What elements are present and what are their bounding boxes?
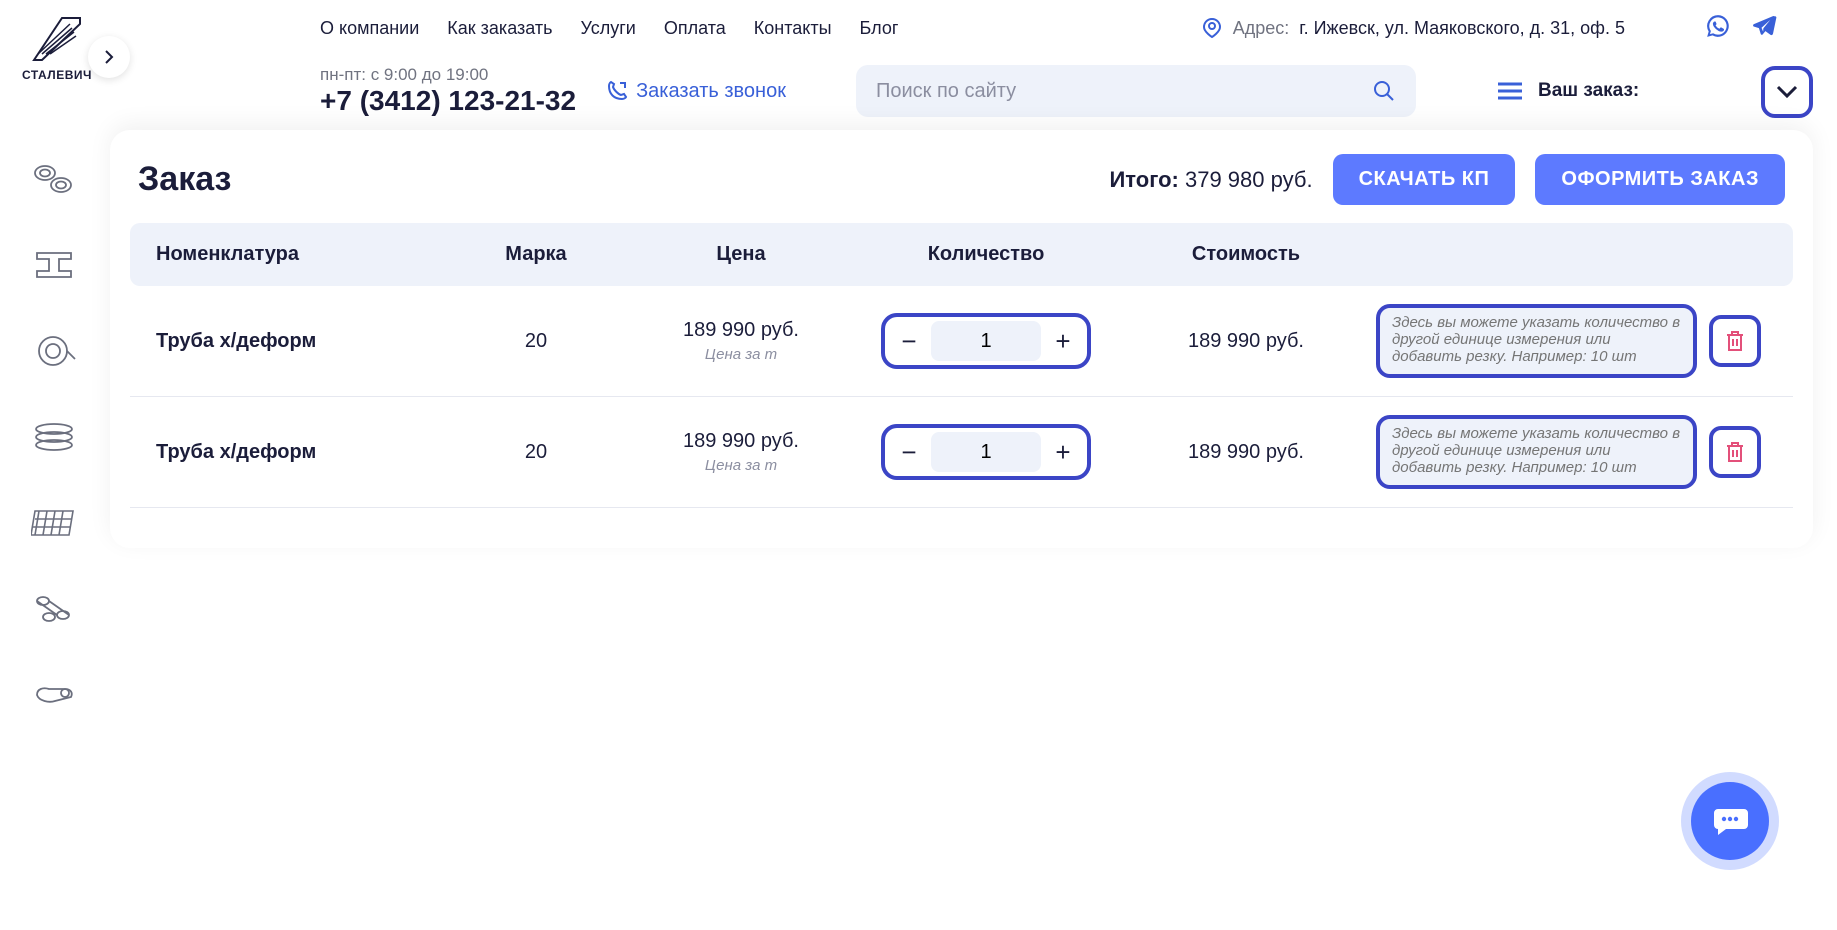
coil-icon: [31, 331, 77, 371]
working-hours: пн-пт: с 9:00 до 19:00: [320, 65, 576, 85]
chat-button[interactable]: [1691, 782, 1769, 860]
telegram-link[interactable]: [1751, 13, 1777, 44]
trash-icon: [1724, 440, 1746, 464]
note-field-wrap: [1376, 304, 1697, 378]
map-pin-icon: [1201, 17, 1223, 39]
nav-services[interactable]: Услуги: [581, 18, 636, 39]
sidebar-pipes[interactable]: [25, 150, 83, 208]
order-total-label: Итого:: [1109, 167, 1178, 192]
note-input[interactable]: [1380, 308, 1693, 374]
sidebar-hardware[interactable]: [25, 666, 83, 724]
order-panel-header: Заказ Итого: 379 980 руб. СКАЧАТЬ КП ОФО…: [130, 154, 1793, 223]
callback-label: Заказать звонок: [636, 80, 786, 103]
cell-cost: 189 990 руб.: [1116, 441, 1376, 464]
note-field-wrap: [1376, 415, 1697, 489]
chat-icon: [1712, 805, 1748, 837]
table-row: Труба х/деформ 20 189 990 руб. Цена за т…: [130, 286, 1793, 397]
cell-cost: 189 990 руб.: [1116, 330, 1376, 353]
social-icons: [1705, 13, 1777, 44]
pipes-icon: [31, 159, 77, 199]
table-header: Номенклатура Марка Цена Количество Стоим…: [130, 223, 1793, 286]
your-order-badge[interactable]: Ваш заказ:: [1496, 80, 1639, 102]
hardware-icon: [31, 675, 77, 715]
col-brand: Марка: [446, 243, 626, 266]
sidebar-mesh[interactable]: [25, 494, 83, 552]
sidebar-rods[interactable]: [25, 580, 83, 638]
cell-price: 189 990 руб. Цена за т: [626, 319, 856, 363]
phone-number[interactable]: +7 (3412) 123-21-32: [320, 85, 576, 117]
sub-header: пн-пт: с 9:00 до 19:00 +7 (3412) 123-21-…: [0, 56, 1837, 126]
qty-input[interactable]: [931, 321, 1041, 361]
callback-link[interactable]: Заказать звонок: [606, 80, 786, 103]
your-order-label: Ваш заказ:: [1538, 80, 1639, 102]
price-per: Цена за т: [626, 457, 856, 474]
col-cost: Стоимость: [1116, 243, 1376, 266]
nav-contacts[interactable]: Контакты: [754, 18, 832, 39]
cell-price: 189 990 руб. Цена за т: [626, 430, 856, 474]
table-row: Труба х/деформ 20 189 990 руб. Цена за т…: [130, 397, 1793, 508]
quantity-stepper: − +: [881, 424, 1091, 480]
sidebar-rings[interactable]: [25, 408, 83, 466]
nav-payment[interactable]: Оплата: [664, 18, 726, 39]
cell-name: Труба х/деформ: [156, 330, 446, 353]
qty-decrement-button[interactable]: −: [887, 428, 931, 476]
qty-input[interactable]: [931, 432, 1041, 472]
col-qty: Количество: [856, 243, 1116, 266]
delete-row-button[interactable]: [1709, 426, 1761, 478]
order-total: Итого: 379 980 руб.: [1109, 167, 1312, 193]
col-name: Номенклатура: [156, 243, 446, 266]
top-header: О компании Как заказать Услуги Оплата Ко…: [0, 0, 1837, 56]
search-icon: [1372, 79, 1396, 103]
main-nav: О компании Как заказать Услуги Оплата Ко…: [320, 18, 898, 39]
mesh-icon: [31, 503, 77, 543]
phone-callback-icon: [606, 80, 628, 102]
collapse-button[interactable]: [1761, 66, 1813, 118]
beam-icon: [31, 245, 77, 285]
chevron-down-icon: [1776, 85, 1798, 99]
rods-icon: [31, 589, 77, 629]
sidebar-beams[interactable]: [25, 236, 83, 294]
qty-decrement-button[interactable]: −: [887, 317, 931, 365]
order-total-value: 379 980 руб.: [1185, 167, 1313, 192]
price-value: 189 990 руб.: [683, 430, 799, 452]
note-input[interactable]: [1380, 419, 1693, 485]
nav-about[interactable]: О компании: [320, 18, 419, 39]
whatsapp-link[interactable]: [1705, 13, 1731, 44]
col-price: Цена: [626, 243, 856, 266]
price-value: 189 990 руб.: [683, 319, 799, 341]
sidebar-coils[interactable]: [25, 322, 83, 380]
address-label: Адрес:: [1233, 18, 1290, 39]
nav-how-to-order[interactable]: Как заказать: [447, 18, 552, 39]
cell-brand: 20: [446, 441, 626, 464]
whatsapp-icon: [1705, 13, 1731, 39]
price-per: Цена за т: [626, 346, 856, 363]
download-quote-button[interactable]: СКАЧАТЬ КП: [1333, 154, 1516, 205]
trash-icon: [1724, 329, 1746, 353]
cell-name: Труба х/деформ: [156, 441, 446, 464]
address-block: Адрес: г. Ижевск, ул. Маяковского, д. 31…: [1201, 17, 1625, 39]
list-icon: [1496, 80, 1524, 102]
cell-brand: 20: [446, 330, 626, 353]
order-panel: Заказ Итого: 379 980 руб. СКАЧАТЬ КП ОФО…: [110, 130, 1813, 548]
telegram-icon: [1751, 13, 1777, 39]
submit-order-button[interactable]: ОФОРМИТЬ ЗАКАЗ: [1535, 154, 1785, 205]
quantity-stepper: − +: [881, 313, 1091, 369]
search-box[interactable]: [856, 65, 1416, 117]
qty-increment-button[interactable]: +: [1041, 428, 1085, 476]
order-table: Номенклатура Марка Цена Количество Стоим…: [130, 223, 1793, 508]
address-value: г. Ижевск, ул. Маяковского, д. 31, оф. 5: [1299, 18, 1625, 39]
category-sidebar: [14, 150, 94, 724]
ring-stack-icon: [31, 417, 77, 457]
order-title: Заказ: [138, 160, 231, 199]
delete-row-button[interactable]: [1709, 315, 1761, 367]
nav-blog[interactable]: Блог: [860, 18, 899, 39]
qty-increment-button[interactable]: +: [1041, 317, 1085, 365]
search-input[interactable]: [876, 80, 1372, 103]
